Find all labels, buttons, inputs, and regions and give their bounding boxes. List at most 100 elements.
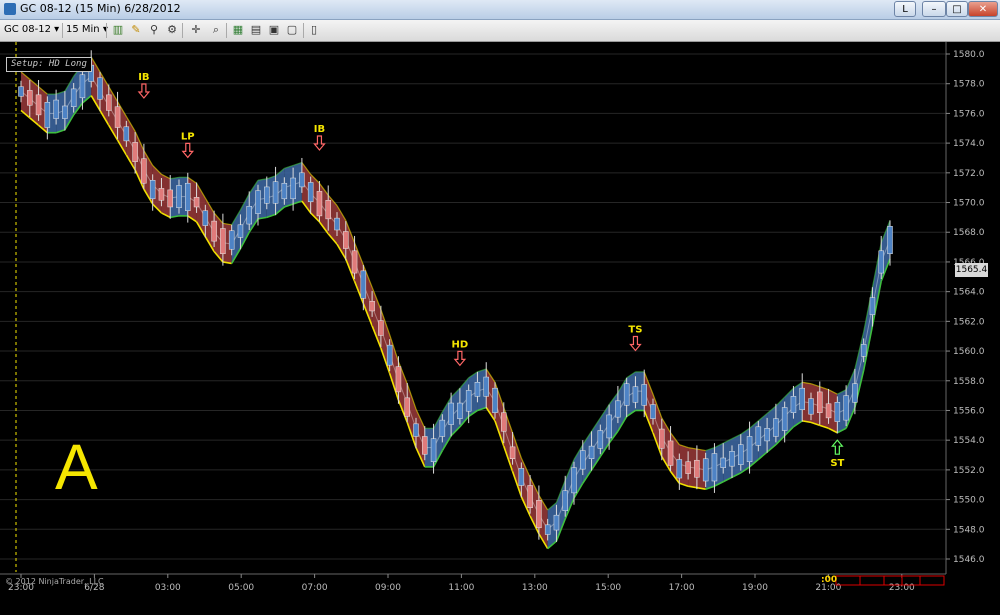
link-button[interactable]: L [894, 1, 916, 17]
candle-down [193, 197, 200, 208]
candle-down [694, 459, 700, 478]
candle-up [264, 186, 270, 204]
candles [18, 50, 893, 542]
last-price-marker: 1565.4 [955, 263, 988, 277]
candle-down [527, 485, 533, 509]
price-tick-label: 1572.0 [953, 169, 985, 179]
candle-up [149, 180, 156, 200]
indicators-icon[interactable]: ▤ [248, 22, 264, 38]
candle-up [62, 105, 68, 119]
candle-up [799, 387, 805, 410]
pin-icon[interactable]: ⚲ [146, 22, 162, 38]
maximize-button[interactable]: □ [946, 1, 968, 17]
bar-style-icon[interactable]: ▥ [110, 22, 126, 38]
price-tick-label: 1548.0 [953, 525, 985, 535]
candle-up [571, 467, 577, 494]
candle-down [369, 301, 375, 312]
candle-up [597, 430, 604, 449]
price-axis[interactable]: 1546.0 1548.0 1550.0 1552.0 1554.0 1556.0 1558… [946, 50, 985, 565]
candle-up [878, 250, 884, 274]
chart-panel[interactable]: IB LP IB HD TS ST 1546.0 1548.0 1550.0 1552.0 155… [0, 42, 1000, 611]
candle-down [211, 220, 217, 242]
data-box-icon[interactable]: ▦ [230, 22, 246, 38]
candle-up [852, 383, 858, 403]
candle-down [817, 391, 823, 413]
price-tick-label: 1562.0 [953, 317, 985, 327]
candle-up [474, 382, 481, 397]
time-tick-label: 07:00 [302, 583, 328, 593]
candle-up [738, 444, 744, 465]
candle-down [141, 158, 147, 184]
price-chart[interactable]: IB LP IB HD TS ST 1546.0 1548.0 1550.0 1552.0 155… [0, 42, 1000, 611]
zoom-icon[interactable]: ⌕ [208, 22, 224, 38]
candle-up [97, 77, 103, 100]
price-tick-label: 1570.0 [953, 199, 985, 209]
interval-selector[interactable]: 15 Min ▾ [66, 22, 108, 38]
candle-down [158, 188, 165, 201]
candle-up [18, 86, 24, 97]
crosshair-icon[interactable]: ✛ [188, 22, 204, 38]
candle-down [132, 142, 138, 162]
arrow-down-icon [629, 335, 642, 352]
chart-trader-icon[interactable]: ▯ [306, 22, 322, 38]
candle-down [509, 446, 516, 459]
candle-up [729, 451, 735, 467]
candle-up [176, 185, 182, 208]
toolbar-separator [303, 23, 304, 38]
properties-icon[interactable]: ⚙ [164, 22, 180, 38]
candle-up [53, 99, 59, 119]
arrow-up-icon [831, 439, 844, 455]
minimize-button[interactable]: – [922, 1, 946, 17]
candle-up [386, 344, 393, 366]
grid [0, 53, 946, 560]
time-tick-label: 05:00 [228, 583, 254, 593]
signal-label: HD [452, 339, 469, 350]
candle-up [123, 126, 130, 142]
candle-up [834, 402, 841, 422]
candle-up [588, 445, 595, 459]
candle-up [70, 88, 77, 107]
candle-up [483, 376, 489, 397]
candle-up [615, 400, 621, 418]
drawing-tool-icon[interactable]: ✎ [128, 22, 144, 38]
price-tick-label: 1556.0 [953, 406, 985, 416]
close-button[interactable]: ✕ [968, 1, 998, 17]
instrument-selector[interactable]: GC 08-12 ▾ [4, 22, 59, 38]
candle-down [316, 191, 323, 217]
candle-up [465, 390, 472, 412]
price-tick-label: 1578.0 [953, 80, 985, 90]
candle-up [299, 172, 305, 188]
signal-label: IB [314, 124, 325, 135]
candle-up [307, 182, 314, 203]
time-tick-label: 11:00 [448, 583, 474, 593]
candle-down [378, 320, 384, 336]
candle-up [650, 404, 656, 419]
bar-timer: :00 [821, 575, 838, 585]
arrow-down-icon [453, 350, 467, 367]
time-tick-label: 15:00 [595, 583, 621, 593]
chart-window: GC 08-12 (15 Min) 6/28/2012 L – □ ✕ GC 0… [0, 0, 1000, 611]
toolbar-separator [106, 23, 107, 38]
candle-down [114, 106, 121, 128]
strategies-icon[interactable]: ▣ [266, 22, 282, 38]
candle-up [430, 438, 437, 462]
window-title: GC 08-12 (15 Min) 6/28/2012 [20, 2, 181, 15]
candle-down [404, 397, 410, 417]
candle-up [606, 414, 612, 439]
price-tick-label: 1546.0 [953, 555, 985, 565]
signal-label: TS [628, 324, 642, 335]
candle-up [185, 182, 191, 211]
instrument-label: GC 08-12 [4, 24, 51, 35]
candle-up [272, 181, 279, 204]
time-axis[interactable]: 23:00 6/28 03:00 05:00 07:00 09:00 11:00 13:00 1… [8, 574, 915, 593]
title-bar[interactable]: GC 08-12 (15 Min) 6/28/2012 L – □ ✕ [0, 0, 1000, 20]
templates-icon[interactable]: ▢ [284, 22, 300, 38]
candle-up [518, 468, 525, 486]
candle-up [457, 402, 463, 419]
candle-up [790, 396, 797, 413]
toolbar-separator [62, 23, 63, 38]
candle-up [755, 426, 762, 446]
candle-down [27, 90, 33, 106]
candle-down [825, 403, 832, 419]
toolbar-separator [226, 23, 227, 38]
